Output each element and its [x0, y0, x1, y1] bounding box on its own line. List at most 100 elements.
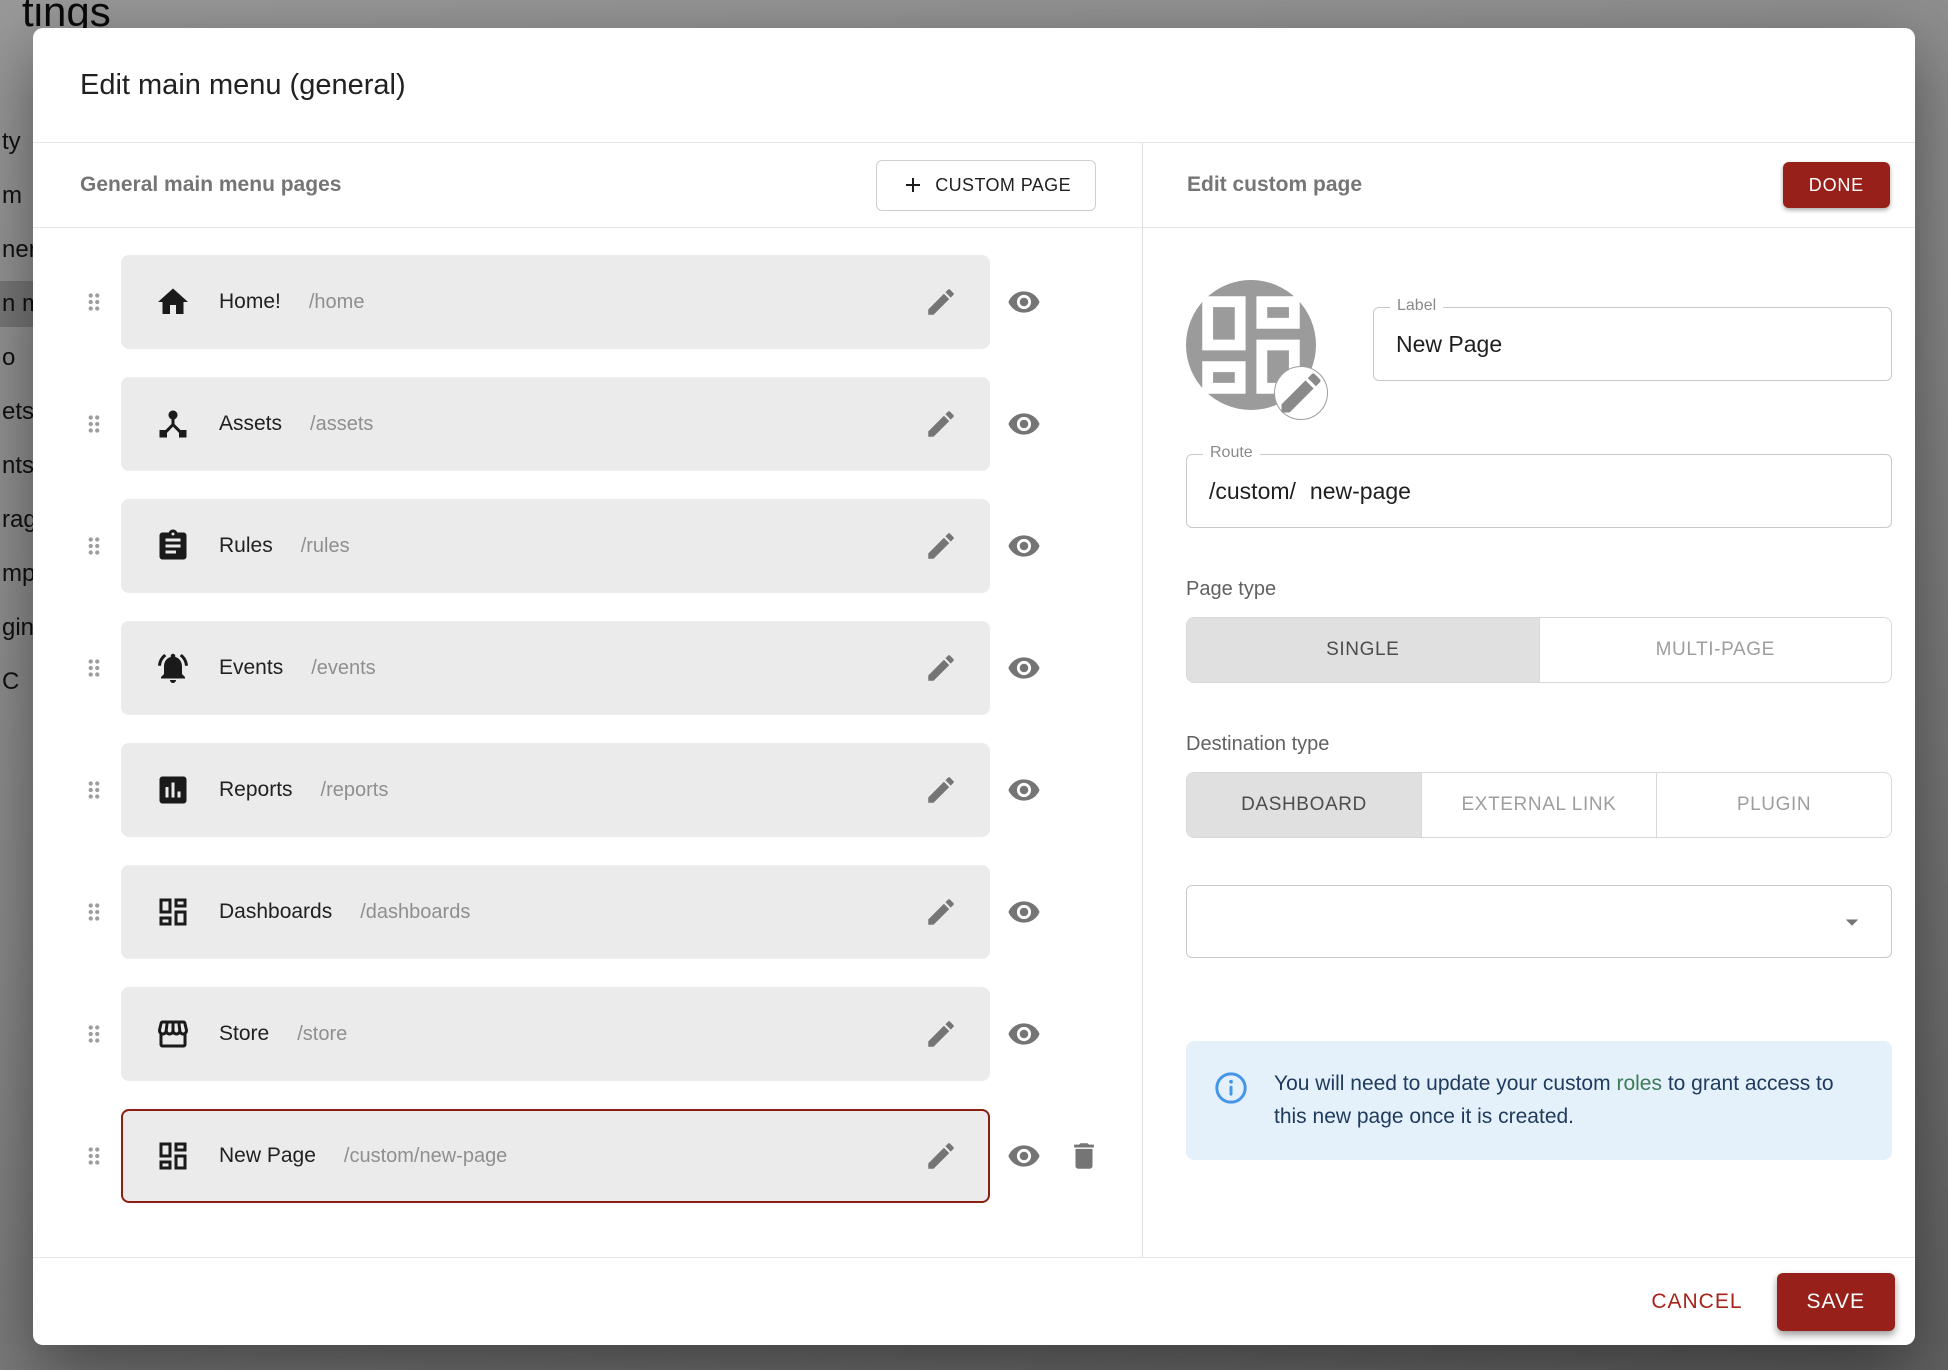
- visibility-toggle-button[interactable]: [1007, 651, 1041, 685]
- drag-handle-icon[interactable]: [81, 1143, 107, 1169]
- eye-icon: [1007, 529, 1041, 563]
- menu-item-label: New Page: [219, 1144, 316, 1168]
- page-type-label: Page type: [1186, 578, 1892, 601]
- menu-item-card[interactable]: Reports /reports: [121, 743, 990, 837]
- drag-handle-icon[interactable]: [81, 1021, 107, 1047]
- pencil-icon: [924, 529, 958, 563]
- storefront-icon: [155, 1016, 191, 1052]
- pencil-icon: [924, 285, 958, 319]
- destination-type-toggle: DASHBOARD EXTERNAL LINK PLUGIN: [1186, 772, 1892, 838]
- edit-item-button[interactable]: [924, 1139, 958, 1173]
- edit-item-button[interactable]: [924, 1017, 958, 1051]
- edit-item-button[interactable]: [924, 285, 958, 319]
- roles-link[interactable]: roles: [1616, 1072, 1662, 1095]
- menu-item-label: Reports: [219, 778, 293, 802]
- menu-item-route: /assets: [310, 413, 373, 436]
- drag-handle-icon[interactable]: [81, 289, 107, 315]
- menu-item-card[interactable]: Dashboards /dashboards: [121, 865, 990, 959]
- label-field[interactable]: Label New Page: [1373, 307, 1892, 381]
- device-hub-icon: [155, 406, 191, 442]
- page-type-multi-page[interactable]: MULTI-PAGE: [1539, 618, 1892, 682]
- menu-item-row: Home! /home: [33, 255, 1142, 349]
- visibility-toggle-button[interactable]: [1007, 529, 1041, 563]
- edit-item-button[interactable]: [924, 895, 958, 929]
- page-type-toggle: SINGLE MULTI-PAGE: [1186, 617, 1892, 683]
- eye-icon: [1007, 407, 1041, 441]
- drag-handle-icon[interactable]: [81, 411, 107, 437]
- dashboard-select[interactable]: [1186, 885, 1892, 958]
- eye-icon: [1007, 1139, 1041, 1173]
- visibility-toggle-button[interactable]: [1007, 407, 1041, 441]
- menu-items-list: Home! /home Assets /assets Rules /rules: [33, 228, 1142, 1231]
- visibility-toggle-button[interactable]: [1007, 1017, 1041, 1051]
- drag-handle-icon[interactable]: [81, 533, 107, 559]
- route-prefix: /custom/: [1209, 478, 1296, 505]
- menu-item-route: /reports: [321, 779, 389, 802]
- edit-main-menu-dialog: Edit main menu (general) General main me…: [33, 28, 1915, 1345]
- assignment-icon: [155, 528, 191, 564]
- menu-item-label: Dashboards: [219, 900, 332, 924]
- pencil-icon: [924, 1139, 958, 1173]
- edit-icon-button[interactable]: [1274, 366, 1328, 420]
- eye-icon: [1007, 285, 1041, 319]
- visibility-toggle-button[interactable]: [1007, 1139, 1041, 1173]
- destination-type-label: Destination type: [1186, 733, 1892, 756]
- visibility-toggle-button[interactable]: [1007, 895, 1041, 929]
- drag-handle-icon[interactable]: [81, 899, 107, 925]
- menu-item-route: /custom/new-page: [344, 1145, 507, 1168]
- edit-item-button[interactable]: [924, 651, 958, 685]
- menu-item-card[interactable]: Assets /assets: [121, 377, 990, 471]
- destination-plugin[interactable]: PLUGIN: [1656, 773, 1891, 837]
- pencil-icon: [924, 895, 958, 929]
- save-button[interactable]: SAVE: [1777, 1273, 1895, 1331]
- edit-item-button[interactable]: [924, 773, 958, 807]
- menu-item-row: New Page /custom/new-page: [33, 1109, 1142, 1203]
- dialog-title: Edit main menu (general): [33, 28, 1915, 143]
- pencil-icon: [924, 407, 958, 441]
- done-button[interactable]: DONE: [1783, 162, 1890, 208]
- menu-item-card[interactable]: New Page /custom/new-page: [121, 1109, 990, 1203]
- plus-icon: [901, 173, 925, 197]
- edit-item-button[interactable]: [924, 529, 958, 563]
- edit-custom-page-title: Edit custom page: [1187, 173, 1362, 197]
- menu-item-row: Store /store: [33, 987, 1142, 1081]
- eye-icon: [1007, 1017, 1041, 1051]
- drag-handle-icon[interactable]: [81, 655, 107, 681]
- pencil-icon: [924, 773, 958, 807]
- info-icon: [1214, 1071, 1248, 1105]
- custom-page-button[interactable]: CUSTOM PAGE: [876, 160, 1096, 211]
- dashboard-icon: [155, 1138, 191, 1174]
- pencil-icon: [924, 651, 958, 685]
- edit-item-button[interactable]: [924, 407, 958, 441]
- menu-item-label: Assets: [219, 412, 282, 436]
- page-icon-avatar: [1186, 280, 1316, 410]
- bar-chart-icon: [155, 772, 191, 808]
- route-field-label: Route: [1203, 444, 1260, 462]
- cancel-button[interactable]: CANCEL: [1651, 1290, 1742, 1314]
- visibility-toggle-button[interactable]: [1007, 773, 1041, 807]
- drag-handle-icon[interactable]: [81, 777, 107, 803]
- menu-item-route: /home: [309, 291, 365, 314]
- trash-icon: [1067, 1139, 1101, 1173]
- menu-pages-panel-title: General main menu pages: [80, 173, 341, 197]
- menu-item-card[interactable]: Rules /rules: [121, 499, 990, 593]
- visibility-toggle-button[interactable]: [1007, 285, 1041, 319]
- route-field[interactable]: Route /custom/ new-page: [1186, 454, 1892, 528]
- menu-item-card[interactable]: Events /events: [121, 621, 990, 715]
- destination-external-link[interactable]: EXTERNAL LINK: [1421, 773, 1656, 837]
- destination-dashboard[interactable]: DASHBOARD: [1187, 773, 1421, 837]
- page-type-single[interactable]: SINGLE: [1187, 618, 1539, 682]
- menu-item-route: /events: [311, 657, 375, 680]
- menu-item-row: Events /events: [33, 621, 1142, 715]
- label-field-value: New Page: [1396, 331, 1502, 358]
- eye-icon: [1007, 895, 1041, 929]
- menu-item-label: Events: [219, 656, 283, 680]
- eye-icon: [1007, 651, 1041, 685]
- menu-item-card[interactable]: Home! /home: [121, 255, 990, 349]
- menu-item-row: Dashboards /dashboards: [33, 865, 1142, 959]
- menu-item-row: Rules /rules: [33, 499, 1142, 593]
- delete-item-button[interactable]: [1067, 1139, 1101, 1173]
- edit-custom-page-panel: Edit custom page DONE Label N: [1143, 143, 1915, 1257]
- menu-item-card[interactable]: Store /store: [121, 987, 990, 1081]
- menu-item-route: /store: [297, 1023, 347, 1046]
